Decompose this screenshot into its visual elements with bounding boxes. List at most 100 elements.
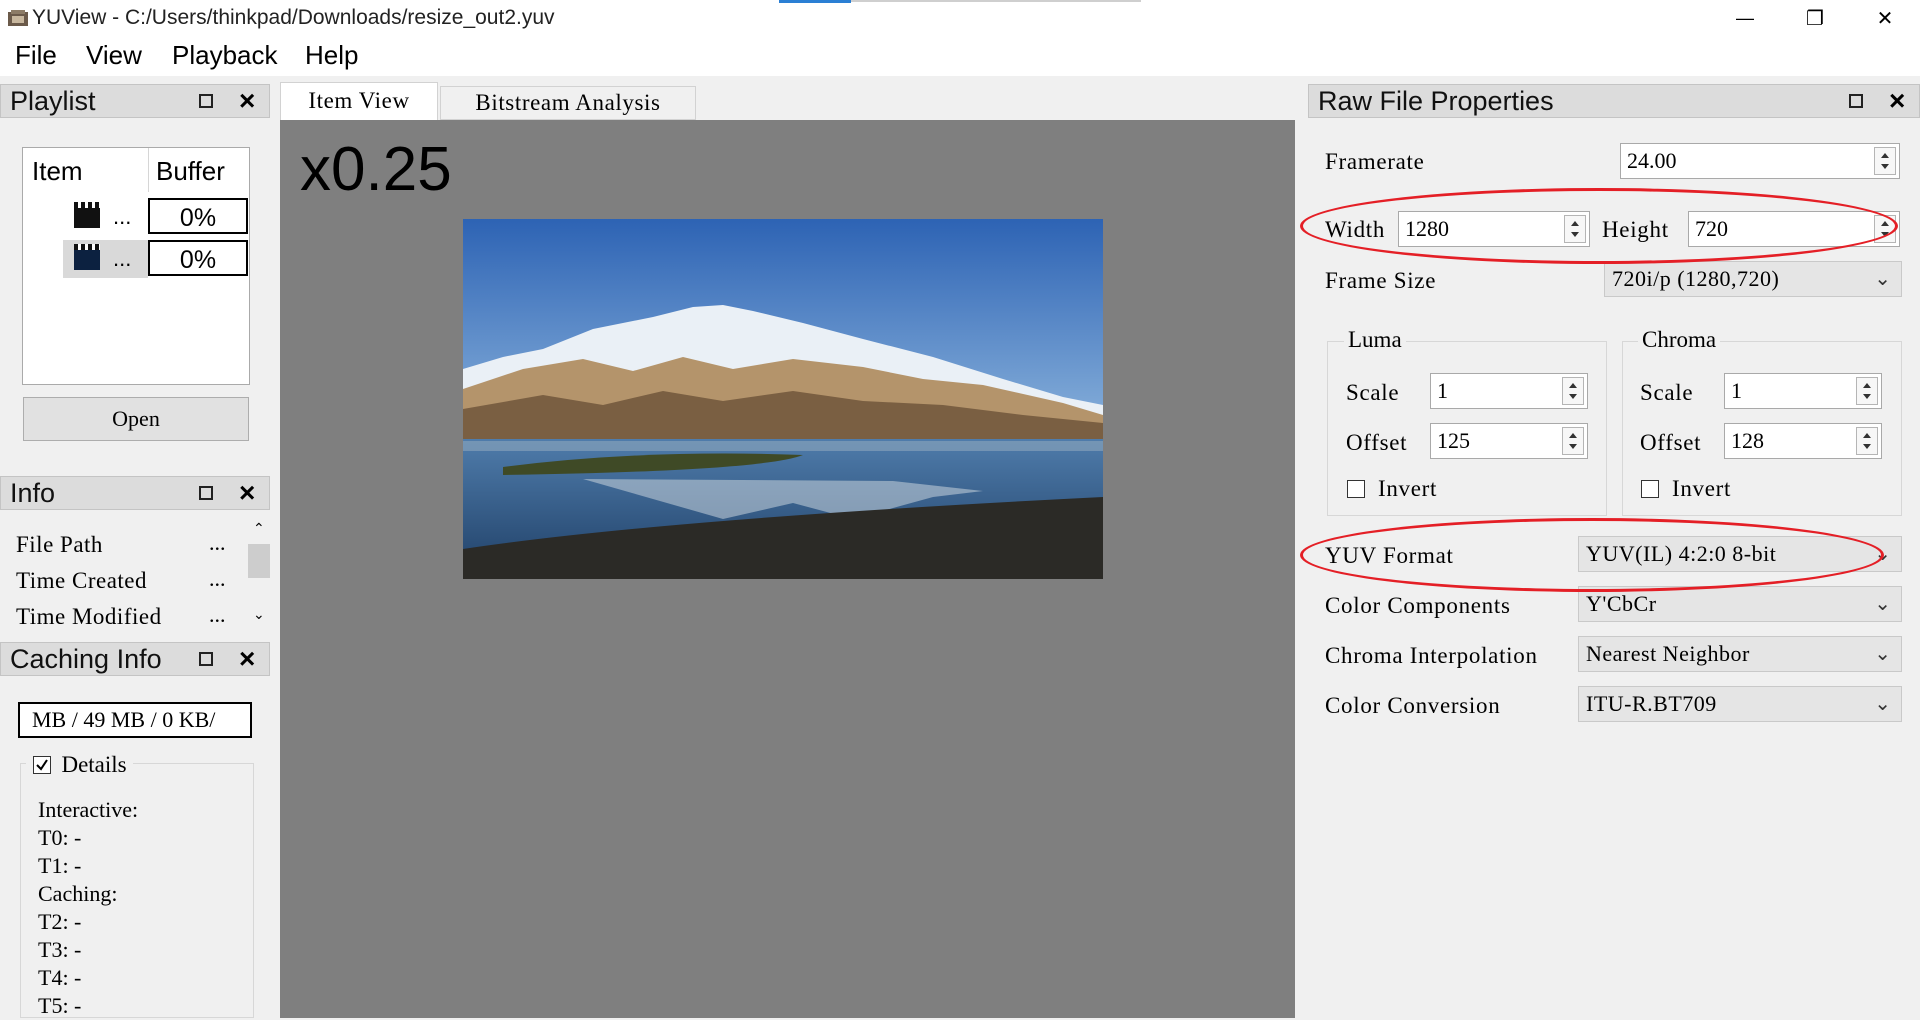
luma-offset-label: Offset bbox=[1346, 430, 1408, 455]
color-conversion-combo[interactable]: ITU-R.BT709 ⌄ bbox=[1578, 686, 1902, 722]
chroma-offset-spinbox[interactable]: 128 bbox=[1724, 423, 1882, 459]
caching-summary-field[interactable]: MB / 49 MB / 0 KB/ bbox=[18, 702, 252, 738]
playlist-table[interactable]: Item Buffer ... 0% ... 0% bbox=[22, 147, 250, 385]
annotation-ellipse-yuv-format bbox=[1300, 518, 1884, 592]
float-icon[interactable] bbox=[199, 486, 213, 500]
item-viewport[interactable]: x0.25 bbox=[280, 120, 1295, 1018]
info-header: Info × bbox=[0, 476, 270, 510]
checkmark-icon bbox=[36, 759, 48, 771]
col-item-header: Item bbox=[32, 156, 83, 186]
open-button[interactable]: Open bbox=[23, 397, 249, 441]
tab-item-view[interactable]: Item View bbox=[280, 82, 438, 120]
frame-size-combo[interactable]: 720i/p (1280,720) ⌄ bbox=[1604, 261, 1902, 297]
detail-line: T1: - bbox=[38, 853, 82, 878]
luma-scale-spinbox[interactable]: 1 bbox=[1430, 373, 1588, 409]
frame-size-label: Frame Size bbox=[1325, 268, 1437, 293]
float-icon[interactable] bbox=[1849, 94, 1863, 108]
menu-playback[interactable]: Playback bbox=[172, 40, 278, 71]
framerate-value: 24.00 bbox=[1627, 148, 1677, 173]
view-tabs: Item View Bitstream Analysis bbox=[280, 82, 1295, 120]
chroma-interpolation-combo[interactable]: Nearest Neighbor ⌄ bbox=[1578, 636, 1902, 672]
chroma-scale-label: Scale bbox=[1640, 380, 1694, 405]
scroll-thumb[interactable] bbox=[248, 544, 270, 578]
spin-arrows-icon[interactable] bbox=[1856, 377, 1878, 405]
detail-line: T4: - bbox=[38, 965, 82, 990]
restore-icon: ❐ bbox=[1806, 7, 1824, 30]
info-value-time-modified: ... bbox=[209, 602, 226, 627]
chroma-offset-value: 128 bbox=[1731, 428, 1764, 453]
buffer-value: 0% bbox=[148, 240, 248, 276]
spin-arrows-icon[interactable] bbox=[1874, 147, 1896, 175]
close-icon[interactable]: × bbox=[1889, 87, 1905, 115]
annotation-ellipse-dimensions bbox=[1300, 188, 1898, 264]
info-title: Info bbox=[10, 478, 56, 508]
window-title: YUView - C:/Users/thinkpad/Downloads/res… bbox=[32, 6, 555, 29]
luma-scale-value: 1 bbox=[1437, 378, 1448, 403]
float-icon[interactable] bbox=[199, 652, 213, 666]
info-label-time-modified: Time Modified bbox=[16, 604, 162, 629]
luma-offset-spinbox[interactable]: 125 bbox=[1430, 423, 1588, 459]
menu-help[interactable]: Help bbox=[305, 40, 358, 71]
chroma-scale-spinbox[interactable]: 1 bbox=[1724, 373, 1882, 409]
playlist-row[interactable]: ... 0% bbox=[23, 240, 249, 278]
detail-line: T3: - bbox=[38, 937, 82, 962]
details-checkbox[interactable] bbox=[33, 756, 51, 774]
chroma-invert-label: Invert bbox=[1672, 476, 1732, 501]
chroma-offset-label: Offset bbox=[1640, 430, 1702, 455]
info-value-time-created: ... bbox=[209, 566, 226, 591]
chevron-down-icon: ⌄ bbox=[1874, 268, 1891, 290]
video-frame[interactable] bbox=[463, 219, 1103, 579]
item-name: ... bbox=[113, 204, 132, 229]
chroma-interpolation-value: Nearest Neighbor bbox=[1586, 641, 1750, 666]
raw-props-header: Raw File Properties × bbox=[1308, 84, 1920, 118]
spin-arrows-icon[interactable] bbox=[1562, 377, 1584, 405]
details-toggle[interactable]: Details bbox=[26, 752, 133, 778]
close-icon: ✕ bbox=[1876, 7, 1894, 30]
caching-details-text: Interactive: T0: - T1: - Caching: T2: - … bbox=[38, 796, 138, 1020]
luma-invert-checkbox[interactable] bbox=[1347, 480, 1365, 498]
color-conversion-value: ITU-R.BT709 bbox=[1586, 691, 1717, 716]
playlist-row[interactable]: ... 0% bbox=[23, 198, 249, 236]
playlist-header: Playlist × bbox=[0, 84, 270, 118]
detail-line: T0: - bbox=[38, 825, 82, 850]
details-label: Details bbox=[61, 752, 127, 777]
clapperboard-icon bbox=[74, 244, 100, 270]
chroma-invert-checkbox[interactable] bbox=[1641, 480, 1659, 498]
color-components-label: Color Components bbox=[1325, 593, 1511, 618]
info-label-time-created: Time Created bbox=[16, 568, 147, 593]
menu-view[interactable]: View bbox=[86, 40, 142, 71]
tab-bitstream-analysis[interactable]: Bitstream Analysis bbox=[440, 86, 696, 120]
chevron-down-icon: ⌄ bbox=[1874, 693, 1891, 715]
luma-scale-label: Scale bbox=[1346, 380, 1400, 405]
column-divider bbox=[148, 148, 149, 192]
info-value-file-path: ... bbox=[209, 530, 226, 555]
playlist-title: Playlist bbox=[10, 86, 96, 116]
zoom-level: x0.25 bbox=[300, 135, 452, 204]
spin-arrows-icon[interactable] bbox=[1562, 427, 1584, 455]
chevron-down-icon: ⌄ bbox=[1874, 643, 1891, 665]
info-scrollbar[interactable]: ⌃ ⌄ bbox=[248, 520, 270, 628]
spin-arrows-icon[interactable] bbox=[1856, 427, 1878, 455]
menu-file[interactable]: File bbox=[15, 40, 57, 71]
title-accent-line-2 bbox=[851, 0, 1141, 2]
title-accent-line bbox=[779, 0, 851, 3]
detail-line: Caching: bbox=[38, 881, 118, 906]
framerate-spinbox[interactable]: 24.00 bbox=[1620, 143, 1900, 179]
info-label-file-path: File Path bbox=[16, 532, 103, 557]
menu-bar: File View Playback Help bbox=[0, 36, 1920, 76]
scroll-down-icon[interactable]: ⌄ bbox=[253, 606, 265, 623]
close-icon[interactable]: × bbox=[239, 87, 255, 115]
restore-button[interactable]: ❐ bbox=[1780, 0, 1850, 36]
framerate-label: Framerate bbox=[1325, 149, 1425, 174]
luma-offset-value: 125 bbox=[1437, 428, 1470, 453]
close-icon[interactable]: × bbox=[239, 479, 255, 507]
col-buffer-header: Buffer bbox=[156, 156, 225, 186]
minimize-button[interactable]: — bbox=[1710, 0, 1780, 36]
chroma-scale-value: 1 bbox=[1731, 378, 1742, 403]
float-icon[interactable] bbox=[199, 94, 213, 108]
close-icon[interactable]: × bbox=[239, 645, 255, 673]
raw-props-title: Raw File Properties bbox=[1318, 86, 1554, 116]
title-bar: YUView - C:/Users/thinkpad/Downloads/res… bbox=[0, 0, 1920, 36]
close-window-button[interactable]: ✕ bbox=[1850, 0, 1920, 36]
scroll-up-icon[interactable]: ⌃ bbox=[253, 520, 265, 537]
